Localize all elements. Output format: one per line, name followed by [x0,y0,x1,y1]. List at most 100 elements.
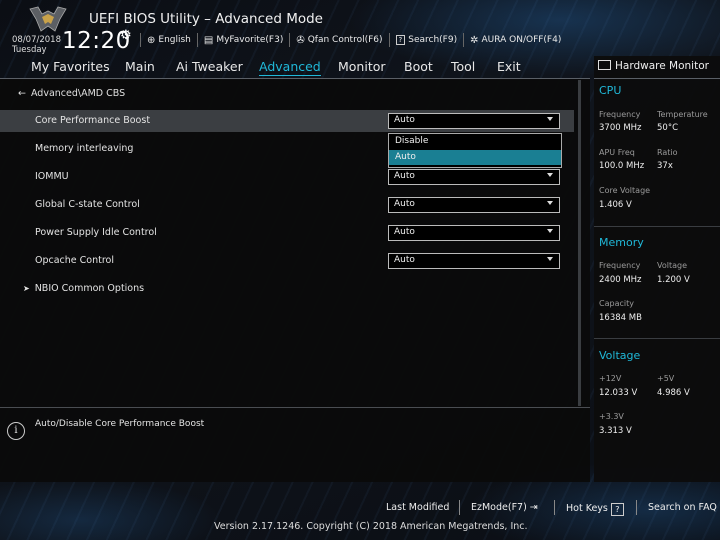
setting-label: Global C-state Control [35,199,140,210]
last-modified-button[interactable]: Last Modified [386,502,449,513]
copyright: Version 2.17.1246. Copyright (C) 2018 Am… [214,521,528,532]
qfan-button[interactable]: ✇ Qfan Control(F6) [289,33,388,47]
footer-separator [554,500,555,515]
setting-label: IOMMU [35,171,69,182]
date-display: 08/07/2018 Tuesday [12,35,61,55]
iommu-select[interactable]: Auto [388,169,560,185]
app-title: UEFI BIOS Utility – Advanced Mode [89,11,323,27]
cpu-temperature-value: 50°C [657,123,679,133]
myfavorite-label: MyFavorite(F3) [216,35,284,45]
clock-settings-icon[interactable]: ⚙ [120,28,132,43]
v5-label: +5V [657,374,675,383]
cpu-frequency-value: 3700 MHz [599,123,642,133]
fan-icon: ✇ [296,34,305,46]
memory-frequency-value: 2400 MHz [599,275,642,285]
search-button[interactable]: ? Search(F9) [388,33,464,47]
dropdown-menu: Disable Auto [388,133,562,168]
memory-section-title: Memory [599,236,644,249]
chevron-right-icon: ➤ [23,284,30,293]
dropdown-option-auto[interactable]: Auto [389,150,561,165]
tab-bar: My Favorites Main Ai Tweaker Advanced Mo… [0,56,590,78]
chevron-down-icon [547,257,553,261]
v12-value: 12.033 V [599,388,638,398]
search-label: Search(F9) [408,35,458,45]
v33-value: 3.313 V [599,426,632,436]
submenu-label: NBIO Common Options [34,283,145,294]
chevron-down-icon [547,229,553,233]
monitor-icon [598,60,611,70]
search-icon: ? [395,35,406,45]
hot-keys-button[interactable]: Hot Keys? [566,502,624,516]
setting-label: Power Supply Idle Control [35,227,157,238]
help-text: Auto/Disable Core Performance Boost [35,419,205,429]
footer-separator [459,500,460,515]
ratio-value: 37x [657,161,673,171]
search-faq-button[interactable]: Search on FAQ [648,502,717,513]
chevron-down-icon [547,173,553,177]
select-value: Auto [394,115,415,125]
v5-value: 4.986 V [657,388,690,398]
myfavorite-button[interactable]: ▤ MyFavorite(F3) [196,33,289,47]
chevron-down-icon [547,117,553,121]
hw-separator [594,338,720,339]
select-value: Auto [394,255,415,265]
apu-freq-value: 100.0 MHz [599,161,645,171]
memory-voltage-value: 1.200 V [657,275,690,285]
ezmode-label: EzMode(F7) [471,502,527,513]
ezmode-icon: ⇥ [529,502,538,513]
language-label: English [158,35,191,45]
aura-button[interactable]: ✲ AURA ON/OFF(F4) [463,33,567,47]
memory-voltage-label: Voltage [657,261,688,270]
select-value: Auto [394,171,415,181]
power-supply-idle-select[interactable]: Auto [388,225,560,241]
info-icon: i [7,422,25,440]
tab-monitor[interactable]: Monitor [338,56,386,78]
tab-advanced[interactable]: Advanced [259,56,321,78]
tab-tool[interactable]: Tool [451,56,475,78]
core-voltage-label: Core Voltage [599,186,651,195]
help-key-icon: ? [610,503,624,516]
breadcrumb-path: Advanced\AMD CBS [30,88,126,99]
tab-ai-tweaker[interactable]: Ai Tweaker [176,56,243,78]
aura-icon: ✲ [470,34,479,46]
memory-capacity-value: 16384 MB [599,313,642,323]
tab-exit[interactable]: Exit [497,56,521,78]
v33-label: +3.3V [599,412,624,421]
ezmode-button[interactable]: EzMode(F7) ⇥ [471,502,538,513]
dropdown-option-disable[interactable]: Disable [389,134,561,149]
cpu-section-title: CPU [599,84,622,97]
back-arrow-icon[interactable]: ← [18,88,26,99]
globe-icon: ⊕ [147,34,156,46]
weekday: Tuesday [12,45,47,55]
voltage-section-title: Voltage [599,349,641,362]
breadcrumb[interactable]: ← Advanced\AMD CBS [18,88,125,99]
setting-global-c-state-control[interactable]: Global C-state Control Auto [0,194,574,216]
hot-keys-label: Hot Keys [566,503,608,514]
select-value: Auto [394,227,415,237]
hw-divider [594,78,720,79]
ratio-label: Ratio [657,148,678,157]
setting-opcache-control[interactable]: Opcache Control Auto [0,250,574,272]
date: 08/07/2018 [12,35,61,45]
select-value: Auto [394,199,415,209]
tab-my-favorites[interactable]: My Favorites [31,56,110,78]
submenu-nbio-common-options[interactable]: ➤ NBIO Common Options [23,283,144,294]
chevron-down-icon [547,201,553,205]
core-performance-boost-select[interactable]: Auto [388,113,560,129]
tab-main[interactable]: Main [125,56,155,78]
memory-frequency-label: Frequency [599,261,641,270]
tab-boot[interactable]: Boot [404,56,433,78]
v12-label: +12V [599,374,622,383]
apu-freq-label: APU Freq [599,148,635,157]
setting-core-performance-boost[interactable]: Core Performance Boost Auto [0,110,574,132]
setting-power-supply-idle-control[interactable]: Power Supply Idle Control Auto [0,222,574,244]
opcache-select[interactable]: Auto [388,253,560,269]
favorite-icon: ▤ [203,34,214,46]
scrollbar[interactable] [578,80,581,406]
language-button[interactable]: ⊕ English [140,33,197,47]
header-toolbar: ⊕ English ▤ MyFavorite(F3) ✇ Qfan Contro… [140,33,567,47]
global-c-state-select[interactable]: Auto [388,197,560,213]
aura-label: AURA ON/OFF(F4) [481,35,562,45]
setting-label: Opcache Control [35,255,115,266]
setting-iommu[interactable]: IOMMU Auto [0,166,574,188]
